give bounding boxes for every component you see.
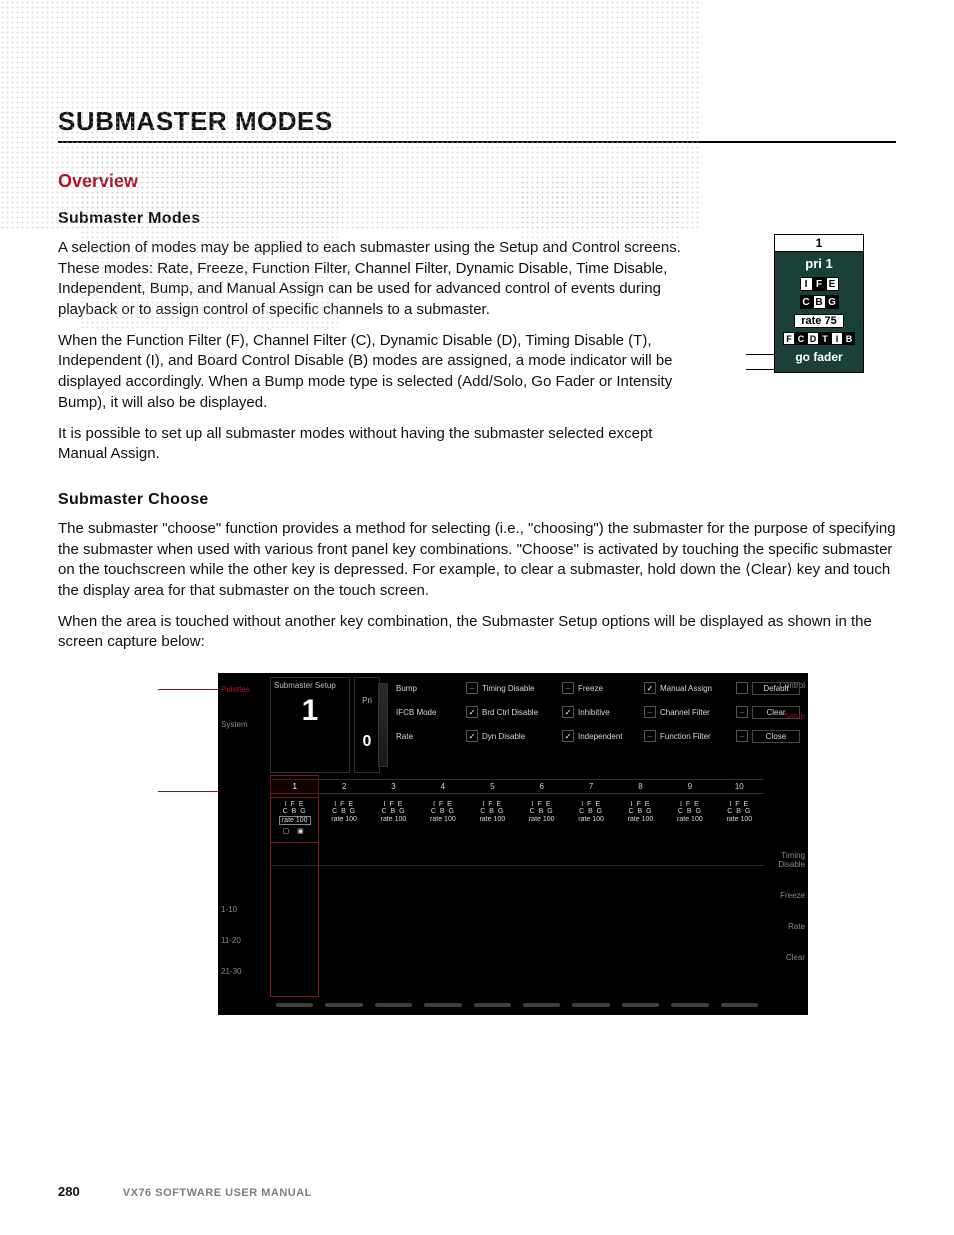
- mode-diagram-go-fader: go fader: [775, 346, 863, 372]
- submaster-cell-10[interactable]: I F EC B Grate 100: [715, 797, 764, 843]
- mode-diagram-row2: C B G: [775, 293, 863, 311]
- nav-palettes[interactable]: Palettes: [221, 685, 265, 694]
- column-headers: 1 2 3 4 5 6 7 8 9 10: [270, 779, 764, 794]
- opt-manual-assign-toggle[interactable]: [736, 682, 748, 694]
- col-10[interactable]: 10: [715, 779, 764, 794]
- section-overview: Overview: [58, 171, 896, 192]
- mode-diagram-fullrow: F C D T I B: [775, 331, 863, 346]
- opt-bump-toggle[interactable]: [466, 682, 478, 694]
- col-6[interactable]: 6: [517, 779, 566, 794]
- range-nav: 1-10 11-20 21-30: [221, 905, 241, 976]
- opt-inhibitive[interactable]: Inhibitive: [578, 708, 640, 717]
- mode-diagram-row1: I F E: [775, 275, 863, 293]
- col-7[interactable]: 7: [566, 779, 615, 794]
- opt-bump[interactable]: Bump: [396, 684, 462, 693]
- fader-3[interactable]: [375, 1003, 412, 1007]
- options-grid: Bump Timing Disable Freeze Manual Assign…: [396, 679, 758, 745]
- nav-rate[interactable]: Rate: [788, 922, 805, 931]
- opt-freeze-toggle[interactable]: [644, 682, 656, 694]
- submaster-cell-8[interactable]: I F EC B Grate 100: [616, 797, 665, 843]
- range-21-30[interactable]: 21-30: [221, 967, 241, 976]
- submaster-cell-9[interactable]: I F EC B Grate 100: [665, 797, 714, 843]
- subhead-submaster-choose: Submaster Choose: [58, 491, 896, 509]
- btn-close[interactable]: Close: [752, 730, 800, 743]
- opt-ifcb-toggle[interactable]: [466, 706, 478, 718]
- page-footer: 280 VX76 SOFTWARE USER MANUAL: [58, 1184, 312, 1199]
- nav-timing-disable[interactable]: Timing Disable: [778, 851, 805, 869]
- col-9[interactable]: 9: [665, 779, 714, 794]
- opt-independent[interactable]: Independent: [578, 732, 640, 741]
- opt-independent-toggle[interactable]: [644, 730, 656, 742]
- opt-inhibitive-toggle[interactable]: [644, 706, 656, 718]
- opt-channel-filter-toggle[interactable]: [736, 706, 748, 718]
- col-4[interactable]: 4: [418, 779, 467, 794]
- para-choose-2: When the area is touched without another…: [58, 612, 896, 653]
- para-modes-intro: A selection of modes may be applied to e…: [58, 238, 698, 321]
- opt-channel-filter[interactable]: Channel Filter: [660, 708, 732, 717]
- left-nav: Palettes System: [221, 685, 265, 729]
- fader-6[interactable]: [523, 1003, 560, 1007]
- col-5[interactable]: 5: [468, 779, 517, 794]
- mode-diagram-pri: pri 1: [775, 252, 863, 275]
- submaster-cell-3[interactable]: I F EC B Grate 100: [369, 797, 418, 843]
- opt-rate[interactable]: Rate: [396, 732, 462, 741]
- opt-rate-toggle[interactable]: [466, 730, 478, 742]
- range-11-20[interactable]: 11-20: [221, 936, 241, 945]
- priority-slider[interactable]: [378, 683, 388, 767]
- nav-system[interactable]: System: [221, 720, 265, 729]
- submaster-number: 1: [274, 694, 346, 728]
- para-choose-1: The submaster "choose" function provides…: [58, 519, 896, 602]
- nav-clear[interactable]: Clear: [786, 953, 805, 962]
- opt-function-filter[interactable]: Function Filter: [660, 732, 732, 741]
- col-3[interactable]: 3: [369, 779, 418, 794]
- mode-diagram-rate: rate 75: [775, 311, 863, 331]
- opt-manual-assign[interactable]: Manual Assign: [660, 684, 732, 693]
- right-nav: Control Setup Timing Disable Freeze Rate…: [767, 681, 805, 962]
- fader-indicators: [270, 1003, 764, 1007]
- opt-timing-disable[interactable]: Timing Disable: [482, 684, 558, 693]
- submaster-cell-6[interactable]: I F EC B Grate 100: [517, 797, 566, 843]
- mode-indicator-diagram: 1 pri 1 I F E C B G rate 75 F C D: [774, 234, 864, 373]
- fader-1[interactable]: [276, 1003, 313, 1007]
- mode-diagram-number: 1: [775, 235, 863, 252]
- opt-brd-ctrl-toggle[interactable]: [562, 706, 574, 718]
- fader-8[interactable]: [622, 1003, 659, 1007]
- submaster-cell-2[interactable]: I F EC B Grate 100: [319, 797, 368, 843]
- opt-brd-ctrl-disable[interactable]: Brd Ctrl Disable: [482, 708, 558, 717]
- fader-7[interactable]: [572, 1003, 609, 1007]
- cell-extra-icons: ▢ ▣: [270, 827, 319, 835]
- fader-10[interactable]: [721, 1003, 758, 1007]
- submaster-cell-4[interactable]: I F EC B Grate 100: [418, 797, 467, 843]
- submaster-cells: I F E C B G rate 100 ▢ ▣ I F EC B Grate …: [270, 797, 764, 843]
- subhead-submaster-modes: Submaster Modes: [58, 210, 896, 228]
- col-1[interactable]: 1: [270, 779, 319, 794]
- fader-2[interactable]: [325, 1003, 362, 1007]
- opt-ifcb-mode[interactable]: IFCB Mode: [396, 708, 462, 717]
- page-title: SUBMASTER MODES: [58, 106, 896, 143]
- btn-clear[interactable]: Clear: [752, 706, 800, 719]
- fader-9[interactable]: [671, 1003, 708, 1007]
- fader-4[interactable]: [424, 1003, 461, 1007]
- manual-title: VX76 SOFTWARE USER MANUAL: [123, 1187, 312, 1199]
- opt-timing-disable-toggle[interactable]: [562, 682, 574, 694]
- opt-function-filter-toggle[interactable]: [736, 730, 748, 742]
- submaster-cell-7[interactable]: I F EC B Grate 100: [566, 797, 615, 843]
- col-8[interactable]: 8: [616, 779, 665, 794]
- submaster-cell-5[interactable]: I F EC B Grate 100: [468, 797, 517, 843]
- submaster-setup-screenshot: Palettes System 1-10 11-20 21-30 Control…: [218, 673, 808, 1015]
- page-number: 280: [58, 1184, 80, 1199]
- submaster-setup-box[interactable]: Submaster Setup 1: [270, 677, 350, 773]
- range-1-10[interactable]: 1-10: [221, 905, 241, 914]
- col-2[interactable]: 2: [319, 779, 368, 794]
- opt-dyn-disable[interactable]: Dyn Disable: [482, 732, 558, 741]
- priority-box[interactable]: Pri 0: [354, 677, 380, 773]
- para-manual-assign-note: It is possible to set up all submaster m…: [58, 424, 698, 465]
- opt-dyn-disable-toggle[interactable]: [562, 730, 574, 742]
- submaster-cell-1[interactable]: I F E C B G rate 100 ▢ ▣: [270, 797, 319, 843]
- fader-5[interactable]: [474, 1003, 511, 1007]
- btn-default[interactable]: Default: [752, 682, 800, 695]
- para-mode-indicator: When the Function Filter (F), Channel Fi…: [58, 331, 698, 414]
- nav-freeze[interactable]: Freeze: [780, 891, 805, 900]
- opt-freeze[interactable]: Freeze: [578, 684, 640, 693]
